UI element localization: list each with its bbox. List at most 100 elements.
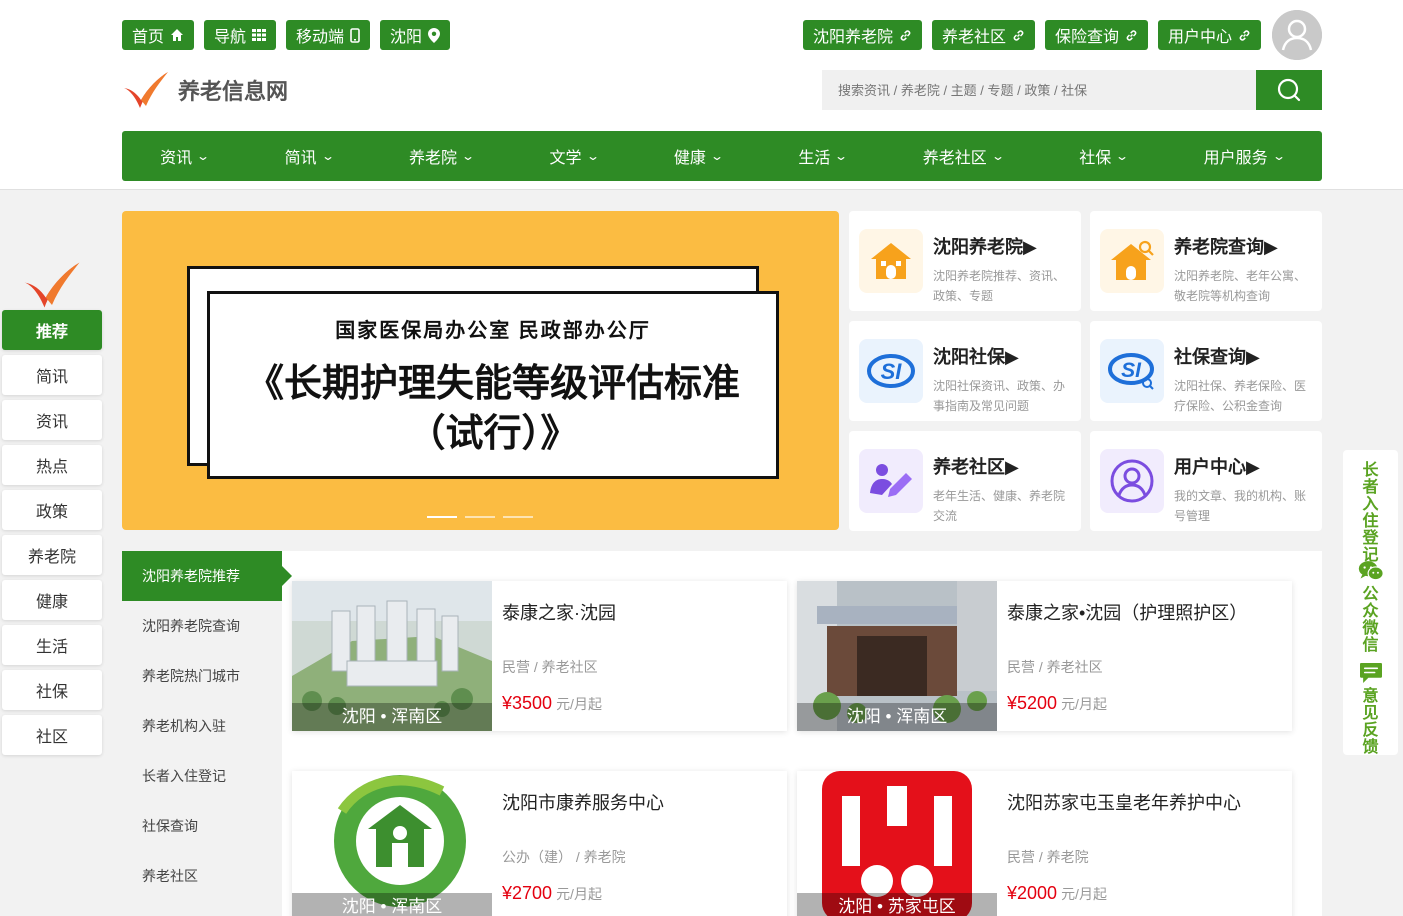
service-desc: 沈阳养老院推荐、资讯、政策、专题 xyxy=(933,269,1066,303)
sidebar-item-news[interactable]: 资讯 xyxy=(2,400,102,440)
city-button[interactable]: 沈阳 xyxy=(380,20,451,50)
price-value: ¥2700 xyxy=(502,883,553,903)
service-desc: 沈阳社保、养老保险、医疗保险、公积金查询 xyxy=(1174,379,1307,413)
banner-title-line1: 《长期护理失能等级评估标准 xyxy=(245,363,740,405)
service-community[interactable]: 养老社区▶ 老年生活、健康、养老院交流 xyxy=(849,431,1081,531)
wechat-label: 公众微信 xyxy=(1362,586,1379,654)
svg-text:SI: SI xyxy=(881,359,903,384)
chevron-down-icon: ⌄ xyxy=(1115,149,1130,163)
service-title: 养老社区▶ xyxy=(933,457,1019,477)
listing-card[interactable]: 沈阳 • 苏家屯区 沈阳苏家屯玉皇老年养护中心 民营 / 养老院 ¥2000 元/… xyxy=(797,771,1292,916)
nav-label: 健康 xyxy=(673,150,706,167)
si-icon: SI xyxy=(859,339,923,403)
si-search-icon: SI xyxy=(1100,339,1164,403)
banner-subtitle: 国家医保局办公室 民政部办公厅 xyxy=(335,320,651,342)
nav-social-security[interactable]: 社保 ⌄ xyxy=(1079,144,1130,168)
insurance-link[interactable]: 保险查询 xyxy=(1044,20,1148,50)
sidebar-item-health[interactable]: 健康 xyxy=(2,580,102,620)
register-button[interactable]: 长者入住登记 xyxy=(1343,450,1398,564)
panel-nav-hot-cities[interactable]: 养老院热门城市 xyxy=(122,651,282,701)
panel-nav-social-security[interactable]: 社保查询 xyxy=(122,801,282,851)
sidebar-item-recommend[interactable]: 推荐 xyxy=(2,310,102,350)
listing-photo: 沈阳 • 苏家屯区 xyxy=(797,771,997,916)
listing-photo: 沈阳 • 浑南区 xyxy=(292,771,492,916)
search-button[interactable] xyxy=(1256,70,1322,110)
price-value: ¥5200 xyxy=(1007,693,1058,713)
service-user-center[interactable]: 用户中心▶ 我的文章、我的机构、账号管理 xyxy=(1090,431,1322,531)
sidebar-item-brief[interactable]: 简讯 xyxy=(2,355,102,395)
sidebar-item-policy[interactable]: 政策 xyxy=(2,490,102,530)
site-logo[interactable]: 养老信息网 xyxy=(122,70,288,110)
listing-price: ¥3500 元/月起 xyxy=(502,693,602,714)
chevron-down-icon: ⌄ xyxy=(834,149,849,163)
link-label: 保险查询 xyxy=(1054,29,1119,46)
sidebar-item-social-security[interactable]: 社保 xyxy=(2,670,102,710)
city-label: 沈阳 xyxy=(390,29,423,46)
nav-literature[interactable]: 文学 ⌄ xyxy=(549,144,599,168)
listing-location: 沈阳 • 浑南区 xyxy=(292,893,492,916)
chevron-down-icon: ⌄ xyxy=(990,149,1005,163)
main-nav: 资讯 ⌄ 简讯 ⌄ 养老院 ⌄ 文学 ⌄ 健康 ⌄ 生活 ⌄ 养老社区 ⌄ 社保 ⌄ 用户服务 ⌄ xyxy=(122,131,1322,181)
navigation-button[interactable]: 导航 xyxy=(204,20,277,50)
panel-nav-search[interactable]: 沈阳养老院查询 xyxy=(122,601,282,651)
avatar[interactable] xyxy=(1272,10,1322,60)
service-nursing-search[interactable]: 养老院查询▶ 沈阳养老院、老年公寓、敬老院等机构查询 xyxy=(1090,211,1322,311)
sidebar-item-nursing-home[interactable]: 养老院 xyxy=(2,535,102,575)
link-icon xyxy=(1013,29,1024,41)
logo-check-icon xyxy=(24,262,80,308)
listing-card[interactable]: 沈阳 • 浑南区 泰康之家•沈园（护理照护区） 民营 / 养老社区 ¥5200 元… xyxy=(797,581,1292,731)
sidebar-item-life[interactable]: 生活 xyxy=(2,625,102,665)
nav-health[interactable]: 健康 ⌄ xyxy=(673,144,724,168)
service-title: 社保查询▶ xyxy=(1174,347,1260,367)
panel-nav-join[interactable]: 养老机构入驻 xyxy=(122,701,282,751)
home-button[interactable]: 首页 xyxy=(122,20,195,50)
listing-name: 沈阳市康养服务中心 xyxy=(502,793,664,813)
carousel-dot[interactable] xyxy=(465,516,495,518)
nav-label: 生活 xyxy=(798,150,831,167)
nav-label: 文学 xyxy=(549,150,582,167)
mobile-button[interactable]: 移动端 xyxy=(286,20,371,50)
feedback-button[interactable]: 意见反馈 xyxy=(1343,654,1398,756)
nav-brief[interactable]: 简讯 ⌄ xyxy=(285,144,335,168)
header: 首页 导航 移动端 沈阳 沈阳养老院 养老社区 保险查询 用户中心 养老信息网 xyxy=(0,0,1403,190)
search-bar xyxy=(822,70,1322,110)
service-title: 用户中心▶ xyxy=(1174,457,1260,477)
community-link[interactable]: 养老社区 xyxy=(931,20,1035,50)
link-label: 养老社区 xyxy=(941,29,1006,46)
user-center-link[interactable]: 用户中心 xyxy=(1157,20,1261,50)
sidebar-item-hot[interactable]: 热点 xyxy=(2,445,102,485)
listing-name: 沈阳苏家屯玉皇老年养护中心 xyxy=(1007,793,1241,813)
price-value: ¥3500 xyxy=(502,693,553,713)
carousel-dot[interactable] xyxy=(503,516,533,518)
price-unit: 元/月起 xyxy=(556,886,602,902)
top-left-links: 首页 导航 移动端 沈阳 xyxy=(122,20,451,50)
nav-user-service[interactable]: 用户服务 ⌄ xyxy=(1203,144,1286,168)
listing-card[interactable]: 沈阳 • 浑南区 泰康之家·沈园 民营 / 养老社区 ¥3500 元/月起 xyxy=(292,581,787,731)
panel-nav-community[interactable]: 养老社区 xyxy=(122,851,282,901)
service-nursing-home[interactable]: 沈阳养老院▶ 沈阳养老院推荐、资讯、政策、专题 xyxy=(849,211,1081,311)
search-input[interactable] xyxy=(822,70,1256,110)
carousel-dot[interactable] xyxy=(427,516,457,518)
nav-nursing-home[interactable]: 养老院 ⌄ xyxy=(409,144,475,168)
service-title: 沈阳养老院▶ xyxy=(933,237,1037,257)
chevron-down-icon: ⌄ xyxy=(196,149,211,163)
nav-life[interactable]: 生活 ⌄ xyxy=(798,144,849,168)
nav-community[interactable]: 养老社区 ⌄ xyxy=(923,144,1005,168)
service-social-security[interactable]: SI 沈阳社保▶ 沈阳社保资讯、政策、办事指南及常见问题 xyxy=(849,321,1081,421)
panel-nav-recommend[interactable]: 沈阳养老院推荐 xyxy=(122,551,292,601)
location-icon xyxy=(428,27,441,43)
wechat-button[interactable]: 公众微信 xyxy=(1343,552,1398,654)
link-icon xyxy=(900,29,911,41)
listing-photo: 沈阳 • 浑南区 xyxy=(292,581,492,731)
shenyang-nursing-link[interactable]: 沈阳养老院 xyxy=(802,20,922,50)
banner-carousel[interactable]: 国家医保局办公室 民政部办公厅 《长期护理失能等级评估标准 （试行）》 xyxy=(122,211,839,530)
sidebar-item-community[interactable]: 社区 xyxy=(2,715,102,755)
panel-nav-register[interactable]: 长者入住登记 xyxy=(122,751,282,801)
nav-label: 用户服务 xyxy=(1203,150,1268,167)
listing-card[interactable]: 沈阳 • 浑南区 沈阳市康养服务中心 公办（建） / 养老院 ¥2700 元/月起 xyxy=(292,771,787,916)
carousel-dots xyxy=(427,516,533,518)
price-unit: 元/月起 xyxy=(556,696,602,712)
link-icon xyxy=(1126,29,1137,41)
nav-news[interactable]: 资讯 ⌄ xyxy=(160,144,211,168)
service-social-security-search[interactable]: SI 社保查询▶ 沈阳社保、养老保险、医疗保险、公积金查询 xyxy=(1090,321,1322,421)
